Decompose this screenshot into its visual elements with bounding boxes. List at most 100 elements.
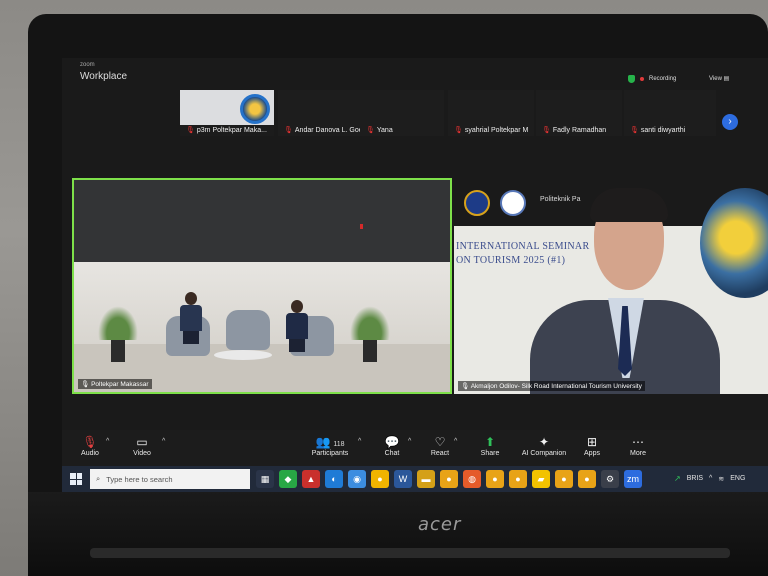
video-tile-speaker[interactable]: Politeknik Pa INTERNATIONAL SEMINAR ON T… [454, 182, 768, 394]
laptop-base [28, 492, 768, 576]
participant-thumb[interactable]: 🎙 santi diwyarthi [624, 90, 716, 136]
apps-label: Apps [584, 450, 600, 457]
chevron-up-icon[interactable]: ^ [408, 438, 411, 445]
chevron-up-icon[interactable]: ^ [106, 438, 109, 445]
participant-label: 🎙 santi diwyarthi [630, 126, 686, 135]
logo-icon [240, 94, 270, 124]
chrome-icon[interactable]: ● [486, 470, 504, 488]
chat-label: Chat [384, 450, 400, 457]
firefox-icon[interactable]: ◍ [463, 470, 481, 488]
chrome-icon[interactable]: ● [509, 470, 527, 488]
mic-muted-icon: 🎙 [82, 435, 98, 449]
participant-name: Fadly Ramadhan [552, 126, 607, 134]
participants-button[interactable]: 👥 118 Participants [302, 434, 358, 457]
participants-icon: 👥 118 [315, 435, 345, 449]
mic-muted-icon: 🎙 [284, 127, 293, 134]
participant-thumb[interactable]: 🎙 p3m Poltekpar Maka... [180, 90, 274, 136]
chair [226, 310, 270, 350]
participant-name: syahrial Poltekpar M [464, 126, 529, 134]
chevron-up-icon[interactable]: ^ [162, 438, 165, 445]
view-button[interactable]: View ▤ [709, 75, 729, 82]
red-light [360, 224, 363, 229]
view-label: View [709, 76, 722, 82]
chevron-up-icon[interactable]: ^ [454, 438, 457, 445]
participant-name: Yana [376, 126, 393, 134]
edge-icon[interactable]: ◐ [325, 470, 343, 488]
sticky-notes-icon[interactable]: ▰ [532, 470, 550, 488]
settings-icon[interactable]: ⚙ [601, 470, 619, 488]
laptop-brand-logo: acer [418, 514, 462, 535]
taskbar-search[interactable]: ⌕ Type here to search [90, 469, 250, 489]
record-dot-icon [640, 77, 644, 81]
recording-label: Recording [649, 76, 677, 82]
mic-muted-icon: 🎙 [542, 127, 551, 134]
share-button[interactable]: ⬆ Share [462, 434, 518, 457]
participant-strip: 🎙 p3m Poltekpar Maka... 🎙 Andar Danova L… [180, 90, 720, 138]
windows-start-icon[interactable] [70, 473, 82, 485]
language-indicator[interactable]: ENG [730, 475, 745, 482]
chevron-up-icon[interactable]: ^ [709, 475, 712, 482]
participant-label: 🎙 Yana [366, 126, 393, 135]
participant-name: santi diwyarthi [640, 126, 686, 134]
pdf-icon[interactable]: ▲ [302, 470, 320, 488]
taskbar-apps: ▦ ◆ ▲ ◐ ◉ ● W ▬ ● ◍ ● ● ▰ ● ● ⚙ zm [256, 470, 642, 488]
mic-muted-icon: 🎙 [630, 127, 639, 134]
tile-name-label: 🎙 Akmaljon Odilov- Silk Road Internation… [458, 381, 645, 391]
heart-icon: ♡ [434, 435, 446, 449]
chevron-up-icon[interactable]: ^ [358, 438, 361, 445]
mic-muted-icon: 🎙 [366, 127, 375, 134]
participant-label: 🎙 Fadly Ramadhan [542, 126, 607, 135]
word-icon[interactable]: W [394, 470, 412, 488]
recording-indicator[interactable]: Recording [628, 75, 676, 83]
chevron-right-icon: › [728, 116, 732, 127]
chrome-icon[interactable]: ● [555, 470, 573, 488]
chrome-icon[interactable]: ● [578, 470, 596, 488]
plant [350, 306, 390, 362]
next-page-button[interactable]: › [722, 114, 738, 130]
video-tile-active-speaker[interactable]: 🎙 Poltekpar Makassar [72, 178, 452, 394]
chrome-icon[interactable]: ● [440, 470, 458, 488]
share-label: Share [480, 450, 500, 457]
app-title: zoom Workplace [80, 60, 127, 82]
zoom-icon[interactable]: zm [624, 470, 642, 488]
participant-name: Andar Danova L. Goel... [294, 126, 370, 134]
stock-arrow-icon: ↗ [674, 474, 681, 483]
wifi-icon[interactable]: ≋ [718, 475, 724, 483]
folder-icon[interactable]: ▬ [417, 470, 435, 488]
speaker-figure [520, 188, 720, 394]
laptop-screen: zoom Workplace Recording View ▤ 🎙 p3m Po… [62, 58, 768, 492]
participant-label: 🎙 syahrial Poltekpar M [454, 126, 529, 135]
person [180, 292, 202, 344]
participant-name: p3m Poltekpar Maka... [196, 126, 267, 134]
app-icon[interactable]: ◆ [279, 470, 297, 488]
share-icon: ⬆ [484, 435, 496, 449]
stock-ticker[interactable]: BRIS [687, 475, 703, 482]
participant-thumb[interactable]: 🎙 Yana [360, 90, 444, 136]
coffee-table [214, 350, 272, 360]
participant-thumb[interactable]: 🎙 syahrial Poltekpar M [448, 90, 534, 136]
participants-label: Participants [311, 450, 349, 457]
more-label: More [630, 450, 646, 457]
logo-icon [464, 190, 490, 216]
tile-name-label: 🎙 Poltekpar Makassar [78, 379, 152, 389]
laptop-hinge [90, 548, 730, 558]
mic-muted-icon: 🎙 [186, 127, 195, 134]
browser-icon[interactable]: ◉ [348, 470, 366, 488]
search-placeholder: Type here to search [106, 474, 173, 484]
more-button[interactable]: ⋯ More [610, 434, 666, 457]
person [286, 300, 308, 352]
audio-button[interactable]: 🎙 Audio [62, 434, 118, 457]
react-button[interactable]: ♡ React [412, 434, 468, 457]
app-title-small: zoom [80, 62, 95, 68]
stage-wall [74, 180, 450, 262]
participants-count: 118 [333, 441, 345, 448]
search-icon: ⌕ [96, 474, 101, 483]
participant-label: 🎙 p3m Poltekpar Maka... [186, 126, 267, 135]
participant-thumb[interactable]: 🎙 Fadly Ramadhan [536, 90, 622, 136]
chrome-icon[interactable]: ● [371, 470, 389, 488]
participant-label: 🎙 Andar Danova L. Goel... [284, 126, 370, 135]
participant-thumb[interactable]: 🎙 Andar Danova L. Goel... [278, 90, 436, 136]
task-view-icon[interactable]: ▦ [256, 470, 274, 488]
audio-label: Audio [81, 450, 99, 457]
more-icon: ⋯ [632, 435, 644, 449]
